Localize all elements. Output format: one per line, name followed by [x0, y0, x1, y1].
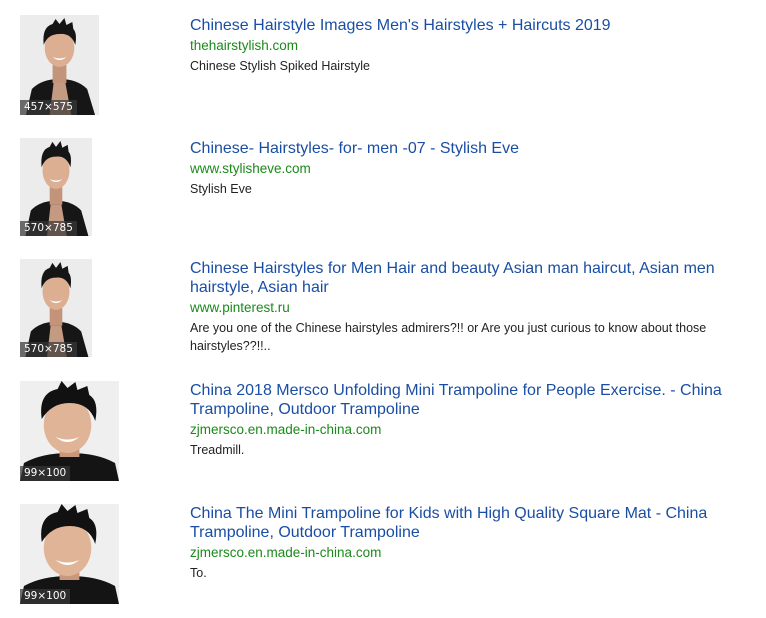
result-title-link[interactable]: China 2018 Mersco Unfolding Mini Trampol…	[190, 381, 742, 419]
result-text: Chinese Hairstyle Images Men's Hairstyle…	[190, 16, 742, 75]
result-title-link[interactable]: Chinese- Hairstyles- for- men -07 - Styl…	[190, 139, 742, 158]
image-dimensions-badge: 570×785	[20, 342, 77, 357]
image-dimensions-badge: 99×100	[20, 466, 71, 481]
result-snippet: To.	[190, 566, 207, 580]
result-thumbnail[interactable]: 570×785	[20, 138, 92, 236]
result-thumbnail[interactable]: 570×785	[20, 259, 92, 357]
result-text: China 2018 Mersco Unfolding Mini Trampol…	[190, 381, 742, 459]
result-text: China The Mini Trampoline for Kids with …	[190, 504, 742, 582]
result-snippet: Treadmill.	[190, 443, 245, 457]
result-url[interactable]: thehairstylish.com	[190, 37, 742, 54]
result-snippet: Stylish Eve	[190, 182, 252, 196]
result-url[interactable]: www.pinterest.ru	[190, 299, 742, 316]
image-results-list: 457×575 Chinese Hairstyle Images Men's H…	[0, 0, 766, 618]
image-dimensions-badge: 570×785	[20, 221, 77, 236]
result-thumbnail[interactable]: 457×575	[20, 15, 99, 115]
result-title-link[interactable]: Chinese Hairstyle Images Men's Hairstyle…	[190, 16, 742, 35]
result-text: Chinese Hairstyles for Men Hair and beau…	[190, 259, 742, 355]
image-dimensions-badge: 457×575	[20, 100, 77, 115]
result-text: Chinese- Hairstyles- for- men -07 - Styl…	[190, 139, 742, 198]
result-url[interactable]: zjmersco.en.made-in-china.com	[190, 421, 742, 438]
result-title-link[interactable]: Chinese Hairstyles for Men Hair and beau…	[190, 259, 742, 297]
result-title-link[interactable]: China The Mini Trampoline for Kids with …	[190, 504, 742, 542]
result-thumbnail[interactable]: 99×100	[20, 381, 119, 481]
result-thumbnail[interactable]: 99×100	[20, 504, 119, 604]
result-url[interactable]: zjmersco.en.made-in-china.com	[190, 544, 742, 561]
result-snippet: Chinese Stylish Spiked Hairstyle	[190, 59, 370, 73]
result-snippet: Are you one of the Chinese hairstyles ad…	[190, 321, 707, 353]
result-url[interactable]: www.stylisheve.com	[190, 160, 742, 177]
image-dimensions-badge: 99×100	[20, 589, 71, 604]
